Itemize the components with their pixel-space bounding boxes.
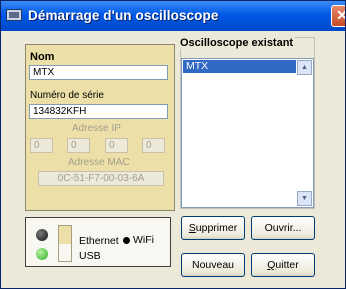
title-bar[interactable]: Démarrage d'un oscilloscope ✕ [1,1,345,31]
existing-oscilloscope-title: Oscilloscope existant [180,37,296,49]
supprimer-button[interactable]: Supprimer [181,216,245,240]
nom-field[interactable]: MTX [29,65,168,80]
usb-option[interactable]: USB [79,250,101,262]
connection-panel: Ethernet WiFi USB [25,217,171,267]
ip-octet-1[interactable]: 0 [30,138,53,153]
toggle-knob [59,226,71,244]
ouvrir-button[interactable]: Ouvrir... [251,216,315,240]
mac-label: Adresse MAC [68,157,130,168]
led-off-indicator-icon [36,229,48,241]
ip-octet-2[interactable]: 0 [67,138,90,153]
ip-octet-4[interactable]: 0 [142,138,165,153]
ip-octet-3[interactable]: 0 [105,138,128,153]
serial-label: Numéro de série [30,90,104,101]
window-title: Démarrage d'un oscilloscope [28,8,219,23]
radio-selected-icon [123,237,130,244]
oscilloscope-app-icon [6,9,22,21]
scroll-down-arrow-icon[interactable]: ▼ [297,191,312,206]
connection-toggle-switch[interactable] [58,225,72,262]
dialog-window: Démarrage d'un oscilloscope ✕ Nom MTX Nu… [0,0,346,289]
wifi-option[interactable]: WiFi [133,234,154,246]
ethernet-option[interactable]: Ethernet [79,235,119,247]
close-button[interactable]: ✕ [331,5,345,27]
led-on-indicator-icon [36,248,48,260]
list-item[interactable]: MTX [183,60,296,73]
scroll-up-arrow-icon[interactable]: ▲ [297,60,312,75]
quitter-button[interactable]: Quitter [251,253,315,277]
serial-field[interactable]: 134832KFH [29,104,168,119]
nouveau-button[interactable]: Nouveau [181,253,245,277]
oscilloscope-list[interactable]: MTX ▲ ▼ [181,58,314,208]
mac-field[interactable]: 0C-51-F7-00-03-6A [38,171,164,186]
ip-label: Adresse IP [72,123,121,134]
oscilloscope-info-panel: Nom MTX Numéro de série 134832KFH Adress… [25,44,175,211]
nom-label: Nom [30,51,55,63]
